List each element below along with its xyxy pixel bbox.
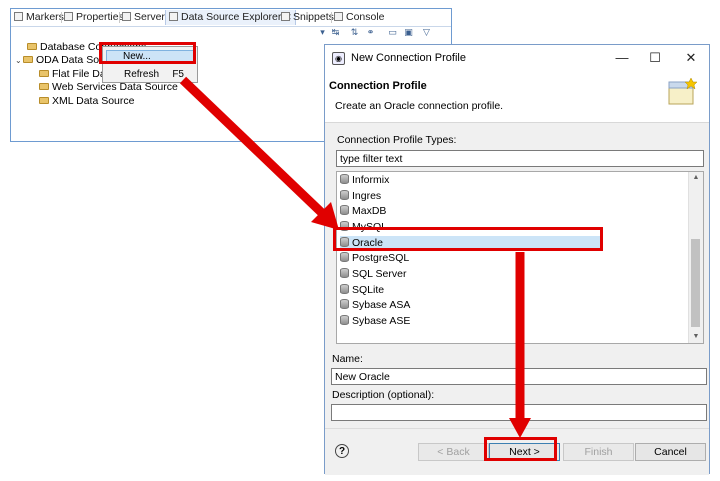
annotation-arrows bbox=[179, 76, 531, 438]
arrow-to-oracle bbox=[179, 76, 339, 230]
arrow-to-next bbox=[509, 252, 531, 438]
